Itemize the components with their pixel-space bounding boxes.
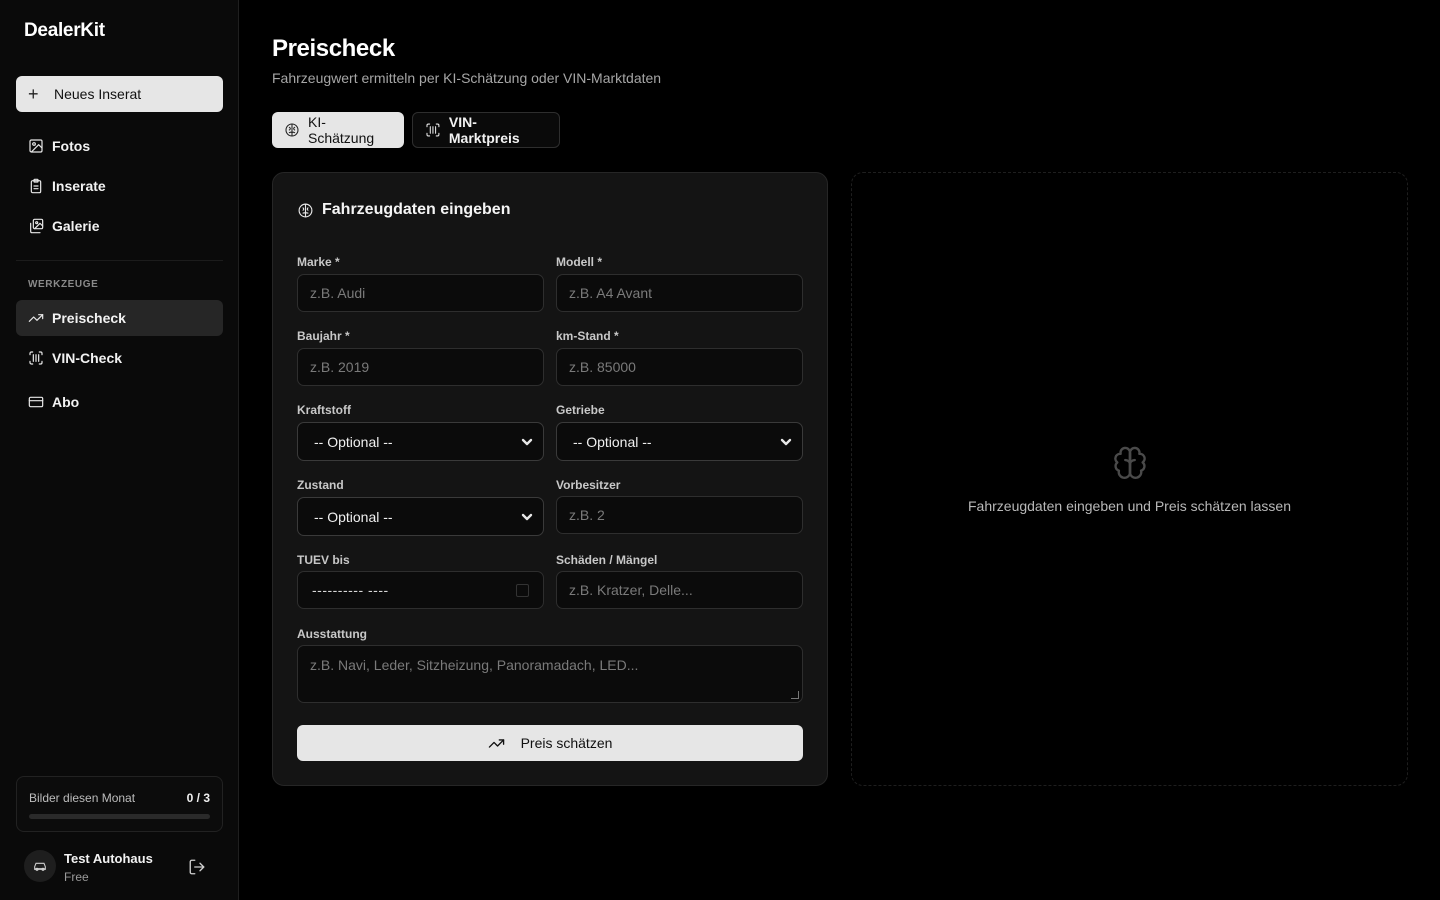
zustand-label: Zustand <box>297 478 344 492</box>
new-listing-button[interactable]: + Neues Inserat <box>16 76 223 112</box>
credit-card-icon <box>28 396 44 408</box>
sidebar: DealerKit + Neues Inserat Fotos Inserate… <box>0 0 239 900</box>
modell-input[interactable]: z.B. A4 Avant <box>556 274 803 312</box>
user-name: Test Autohaus <box>64 851 153 866</box>
ausstattung-textarea[interactable]: z.B. Navi, Leder, Sitzheizung, Panoramad… <box>297 645 803 703</box>
brain-icon <box>298 203 313 217</box>
marke-label: Marke * <box>297 255 340 269</box>
form-title-text: Fahrzeugdaten eingeben <box>322 201 511 218</box>
brain-icon <box>1111 445 1149 483</box>
getriebe-select[interactable]: -- Optional -- <box>556 422 803 461</box>
scan-barcode-icon <box>29 351 43 365</box>
sidebar-item-label: Abo <box>52 394 80 410</box>
estimate-price-button[interactable]: Preis schätzen <box>297 725 803 761</box>
tuev-value: ---------- ---- <box>312 582 389 598</box>
chevron-down-icon <box>521 435 533 447</box>
estimate-price-label: Preis schätzen <box>520 735 613 751</box>
clipboard-icon <box>30 178 42 194</box>
vehicle-form-card: Fahrzeugdaten eingeben Marke * z.B. Audi… <box>272 172 828 786</box>
sidebar-divider <box>16 260 223 261</box>
kraftstoff-select[interactable]: -- Optional -- <box>297 422 544 461</box>
sidebar-item-label: Fotos <box>52 138 91 154</box>
sidebar-item-fotos[interactable]: Fotos <box>16 128 223 164</box>
usage-count: 0 / 3 <box>186 791 210 805</box>
tools-section-label: WERKZEUGE <box>28 279 99 290</box>
ausstattung-placeholder: z.B. Navi, Leder, Sitzheizung, Panoramad… <box>310 657 639 673</box>
tuev-label: TUEV bis <box>297 553 350 567</box>
getriebe-value: -- Optional -- <box>573 433 652 450</box>
vorbesitzer-input[interactable]: z.B. 2 <box>556 496 803 534</box>
brand-logo: DealerKit <box>24 20 105 41</box>
logout-button[interactable] <box>188 858 206 876</box>
baujahr-label: Baujahr * <box>297 329 350 343</box>
new-listing-label: Neues Inserat <box>54 86 142 102</box>
resize-handle[interactable] <box>791 691 799 699</box>
chevron-down-icon <box>780 435 792 447</box>
kraftstoff-value: -- Optional -- <box>314 433 393 450</box>
kraftstoff-label: Kraftstoff <box>297 403 351 417</box>
tab-label: KI-Schätzung <box>307 114 375 146</box>
schaeden-label: Schäden / Mängel <box>556 553 658 567</box>
zustand-select[interactable]: -- Optional -- <box>297 497 544 536</box>
sidebar-item-galerie[interactable]: Galerie <box>16 208 223 244</box>
usage-progress-bar <box>29 814 210 819</box>
calendar-icon[interactable] <box>516 584 529 597</box>
sidebar-item-label: VIN-Check <box>52 350 123 366</box>
tab-label: VIN-Marktpreis <box>448 114 520 146</box>
car-icon <box>34 862 46 871</box>
trending-up-icon <box>488 738 504 748</box>
zustand-value: -- Optional -- <box>314 508 393 525</box>
page-title: Preischeck <box>272 35 395 62</box>
getriebe-label: Getriebe <box>556 403 605 417</box>
page-subtitle: Fahrzeugwert ermitteln per KI-Schätzung … <box>272 70 662 86</box>
marke-input[interactable]: z.B. Audi <box>297 274 544 312</box>
usage-card: Bilder diesen Monat 0 / 3 <box>16 776 223 832</box>
brain-icon <box>285 123 299 137</box>
sidebar-item-abo[interactable]: Abo <box>16 384 223 420</box>
baujahr-input[interactable]: z.B. 2019 <box>297 348 544 386</box>
chevron-down-icon <box>521 510 533 522</box>
vorbesitzer-label: Vorbesitzer <box>556 478 621 492</box>
km-label: km-Stand * <box>556 329 619 343</box>
form-title: Fahrzeugdaten eingeben <box>297 201 510 219</box>
tab-ki-schaetzung[interactable]: KI-Schätzung <box>272 112 404 148</box>
sidebar-item-label: Galerie <box>52 218 100 234</box>
sidebar-item-label: Preischeck <box>52 310 126 326</box>
avatar[interactable] <box>24 850 56 882</box>
km-input[interactable]: z.B. 85000 <box>556 348 803 386</box>
gallery-icon <box>30 218 44 234</box>
trending-up-icon <box>28 314 44 322</box>
user-plan: Free <box>64 870 89 884</box>
tuev-date-input[interactable]: ---------- ---- <box>297 571 544 609</box>
sidebar-item-vin-check[interactable]: VIN-Check <box>16 340 223 376</box>
schaeden-input[interactable]: z.B. Kratzer, Delle... <box>556 571 803 609</box>
tab-vin-marktpreis[interactable]: VIN-Marktpreis <box>412 112 560 148</box>
image-icon <box>29 139 43 153</box>
result-empty-text: Fahrzeugdaten eingeben und Preis schätze… <box>968 498 1291 514</box>
usage-label: Bilder diesen Monat <box>29 791 136 805</box>
ausstattung-label: Ausstattung <box>297 627 367 641</box>
user-profile: Test Autohaus Free <box>24 850 214 884</box>
plus-icon: + <box>28 84 39 104</box>
result-panel: Fahrzeugdaten eingeben und Preis schätze… <box>851 172 1408 786</box>
sidebar-item-preischeck[interactable]: Preischeck <box>16 300 223 336</box>
sidebar-item-label: Inserate <box>52 178 106 194</box>
sidebar-item-inserate[interactable]: Inserate <box>16 168 223 204</box>
logout-icon <box>189 859 205 875</box>
modell-label: Modell * <box>556 255 603 269</box>
scan-barcode-icon <box>426 123 440 137</box>
